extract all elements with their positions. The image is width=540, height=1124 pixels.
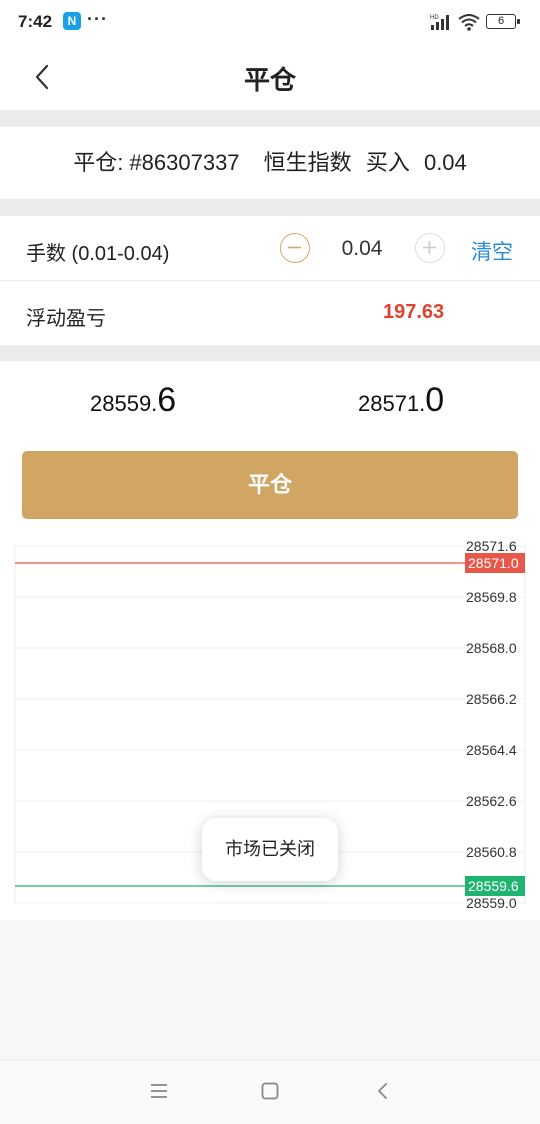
- back-icon[interactable]: [373, 1081, 393, 1101]
- price-panel: 28559.6 28571.0: [0, 361, 540, 451]
- chart-y-tick-label: 28559.0: [466, 895, 517, 911]
- page-title: 平仓: [243, 65, 296, 95]
- order-symbol: 恒生指数: [263, 150, 352, 175]
- section-divider: [0, 110, 540, 127]
- close-position-button[interactable]: 平仓: [22, 451, 518, 519]
- clear-button[interactable]: 清空: [471, 236, 513, 266]
- ask-price: 28571.0: [358, 381, 444, 420]
- chart-y-tick-label: 28571.6: [466, 538, 517, 554]
- battery-level: 6: [497, 15, 505, 27]
- section-divider: [0, 345, 540, 361]
- pnl-row: 浮动盈亏: [0, 281, 540, 345]
- lots-value[interactable]: 0.04: [330, 237, 394, 261]
- plus-icon: [423, 241, 436, 254]
- market-closed-toast: 市场已关闭: [202, 818, 338, 881]
- header: 平仓: [0, 44, 540, 110]
- chart-y-tick-label: 28564.4: [466, 742, 517, 758]
- lots-label: 手数 (0.01-0.04): [26, 243, 170, 265]
- order-side: 买入: [365, 150, 410, 175]
- bid-price-last-digit: 6: [157, 381, 177, 419]
- status-time: 7:42: [18, 12, 53, 31]
- bid-price: 28559.6: [90, 381, 176, 420]
- ask-price-label: 28571.0: [468, 555, 519, 571]
- chart-y-tick-label: 28562.6: [466, 793, 517, 809]
- ask-price-main: 28571.: [358, 391, 426, 416]
- minus-icon: [288, 246, 301, 249]
- ask-price-last-digit: 0: [425, 381, 445, 419]
- decrease-lots-button[interactable]: [280, 233, 310, 263]
- lots-row: 手数 (0.01-0.04): [0, 216, 540, 280]
- order-number: 平仓: #86307337: [73, 150, 240, 175]
- chart-y-tick-label: 28568.0: [466, 640, 517, 656]
- bid-price-label: 28559.6: [468, 878, 519, 894]
- signal-icon: HD: [430, 15, 449, 30]
- close-button-area: 平仓: [0, 451, 540, 531]
- battery-icon: 6: [486, 14, 520, 29]
- more-notifications-icon: ···: [87, 9, 108, 29]
- order-summary: 平仓: #86307337 恒生指数 买入 0.04: [0, 127, 540, 199]
- chart-y-tick-label: 28569.8: [466, 589, 517, 605]
- menu-icon[interactable]: [149, 1081, 169, 1101]
- pnl-value: 197.63: [383, 301, 445, 323]
- chart-y-tick-label: 28566.2: [466, 691, 517, 707]
- status-bar: 7:42 N ··· HD 6: [0, 0, 540, 44]
- app-notification-icon: N: [63, 12, 81, 30]
- increase-lots-button[interactable]: [415, 233, 445, 263]
- chart-y-tick-label: 28560.8: [466, 844, 517, 860]
- section-divider: [0, 199, 540, 216]
- home-icon[interactable]: [260, 1081, 280, 1101]
- pnl-label: 浮动盈亏: [26, 308, 106, 330]
- wifi-icon: [458, 14, 480, 31]
- svg-text:HD: HD: [430, 15, 439, 21]
- order-lots: 0.04: [423, 150, 467, 175]
- bid-price-main: 28559.: [90, 391, 158, 416]
- system-nav-bar: [0, 1060, 540, 1124]
